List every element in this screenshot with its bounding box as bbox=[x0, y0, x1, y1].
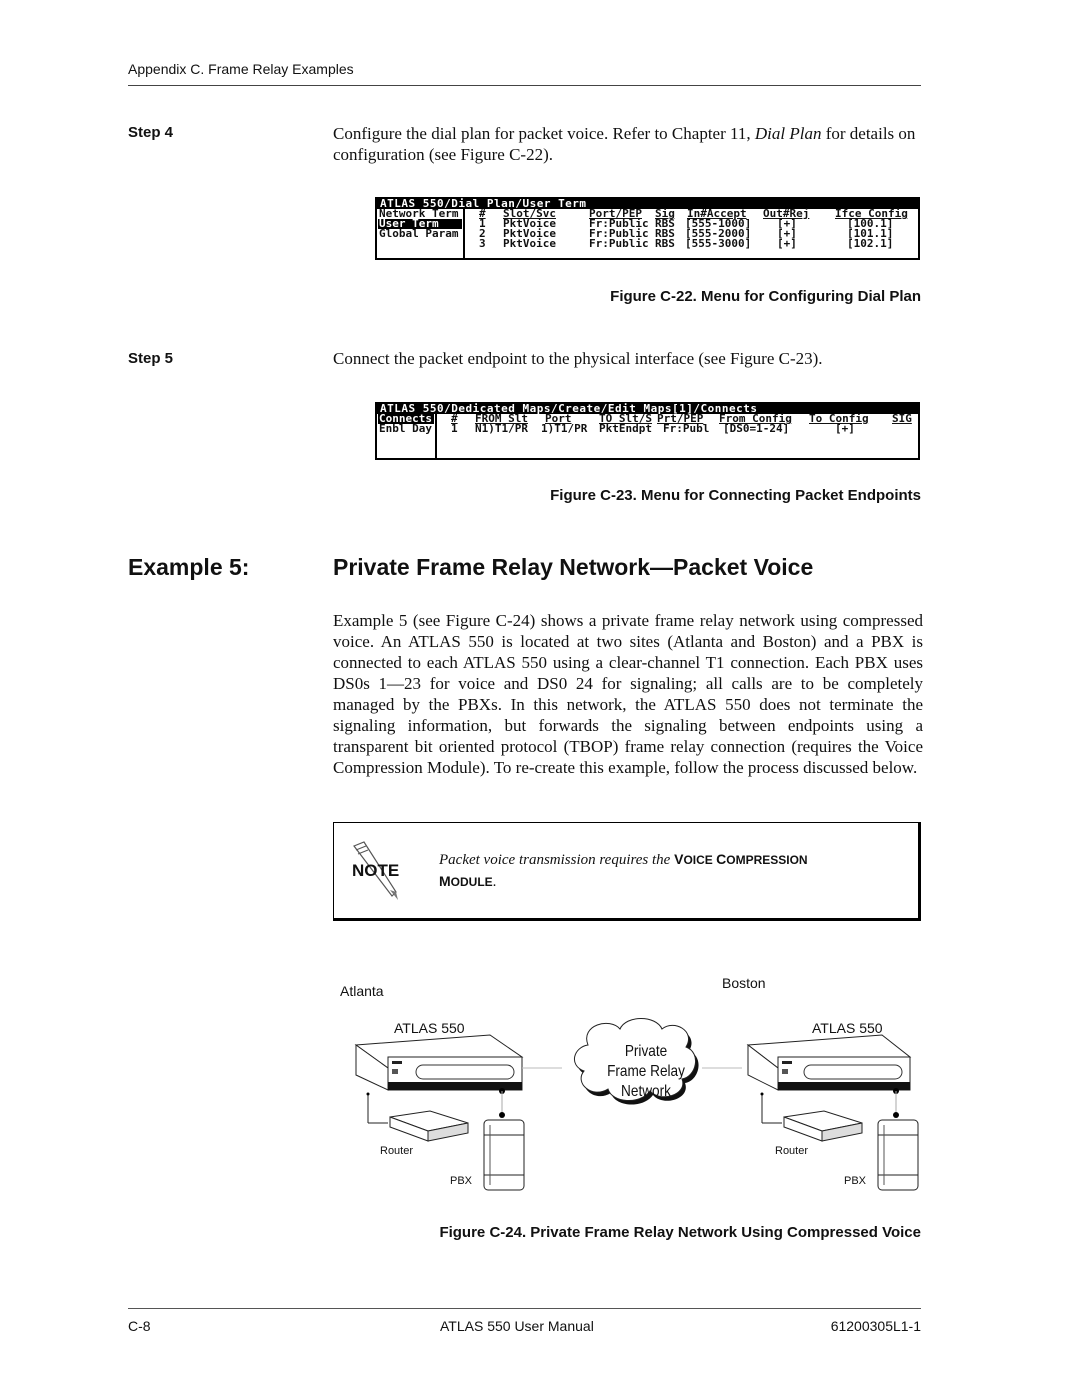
table-cell: 1 bbox=[451, 422, 458, 435]
svg-text:NOTE: NOTE bbox=[352, 861, 399, 880]
page-number: C-8 bbox=[128, 1318, 151, 1334]
router-label-left: Router bbox=[380, 1145, 414, 1157]
figure-c23-caption: Figure C-23. Menu for Connecting Packet … bbox=[550, 487, 921, 504]
connects-menu-screen: ATLAS 550/Dedicated Maps/Create/Edit Map… bbox=[375, 402, 920, 460]
step-4-label: Step 4 bbox=[128, 124, 174, 141]
table-cell[interactable]: Fr:Public bbox=[589, 238, 649, 249]
table-cell[interactable]: RBS bbox=[655, 238, 675, 249]
note-pencil-icon: NOTE bbox=[346, 840, 406, 900]
table-cell[interactable]: [+] bbox=[835, 423, 855, 434]
running-head: Appendix C. Frame Relay Examples bbox=[128, 61, 354, 77]
step-5-text: Connect the packet endpoint to the physi… bbox=[333, 349, 823, 368]
pbx-label-left: PBX bbox=[450, 1175, 473, 1187]
table-cell[interactable]: PktVoice bbox=[503, 238, 556, 249]
step-4-text: Configure the dial plan for packet voice… bbox=[333, 123, 923, 165]
screen-table: # Slot/Svc Port/PEP Sig In#Accept Out#Re… bbox=[465, 208, 918, 258]
example-label: Example 5: bbox=[128, 554, 250, 580]
cloud-label-line: Private bbox=[624, 1043, 668, 1060]
screen-table: # FROM Slt Port TO Slt/S Prt/PEP From Co… bbox=[437, 412, 918, 458]
header-rule bbox=[128, 85, 921, 86]
table-cell: 3 bbox=[479, 237, 486, 250]
menu-item-global-param[interactable]: Global Param bbox=[378, 228, 462, 239]
table-cell[interactable]: [102.1] bbox=[847, 238, 893, 249]
atlas-550-device-icon bbox=[354, 1034, 524, 1091]
figure-c24-caption: Figure C-24. Private Frame Relay Network… bbox=[439, 1224, 921, 1241]
pbx-icon bbox=[877, 1119, 919, 1191]
example-paragraph: Example 5 (see Figure C-24) shows a priv… bbox=[333, 611, 923, 777]
cloud-label-line: Network bbox=[621, 1083, 671, 1100]
note-text: Packet voice transmission requires the V… bbox=[439, 851, 808, 890]
footer-rule bbox=[128, 1308, 921, 1309]
example-title: Private Frame Relay Network—Packet Voice bbox=[333, 554, 814, 580]
table-cell[interactable]: PktEndpt bbox=[599, 423, 652, 434]
pbx-label-right: PBX bbox=[844, 1175, 867, 1187]
dial-plan-menu-screen: ATLAS 550/Dial Plan/User Term Network Te… bbox=[375, 197, 920, 260]
table-cell[interactable]: [+] bbox=[777, 238, 797, 249]
cloud-label: Private Frame Relay Network bbox=[607, 1042, 685, 1102]
screen-menu-pane: Connects Enbl Day bbox=[377, 413, 437, 458]
atlas-550-device-icon bbox=[746, 1034, 912, 1091]
document-number: 61200305L1-1 bbox=[830, 1318, 921, 1334]
column-header: SIG bbox=[892, 412, 912, 425]
figure-c22-caption: Figure C-22. Menu for Configuring Dial P… bbox=[610, 288, 921, 305]
table-cell[interactable]: Fr:Publ bbox=[663, 423, 709, 434]
step-4-text-part: Configure the dial plan for packet voice… bbox=[333, 124, 755, 143]
table-cell[interactable]: N1)T1/PR bbox=[475, 423, 528, 434]
pbx-icon bbox=[483, 1119, 525, 1191]
table-cell[interactable]: [DS0=1-24] bbox=[723, 423, 789, 434]
manual-title: ATLAS 550 User Manual bbox=[440, 1318, 594, 1334]
network-diagram: Atlanta Boston ATLAS 550 ATLAS 550 Priva… bbox=[330, 965, 930, 1200]
note-italic-text: Packet voice transmission requires the bbox=[439, 852, 675, 868]
menu-item-enbl-day[interactable]: Enbl Day bbox=[378, 423, 434, 434]
dial-plan-reference: Dial Plan bbox=[754, 124, 822, 143]
router-label-right: Router bbox=[775, 1145, 809, 1157]
router-icon bbox=[389, 1110, 469, 1142]
router-icon bbox=[783, 1110, 863, 1142]
cloud-label-line: Frame Relay bbox=[607, 1063, 685, 1080]
screen-menu-pane: Network Term User Term Global Param bbox=[377, 208, 465, 258]
step-5-label: Step 5 bbox=[128, 350, 174, 367]
table-cell[interactable]: 1)T1/PR bbox=[541, 423, 587, 434]
table-cell[interactable]: [555-3000] bbox=[685, 238, 751, 249]
